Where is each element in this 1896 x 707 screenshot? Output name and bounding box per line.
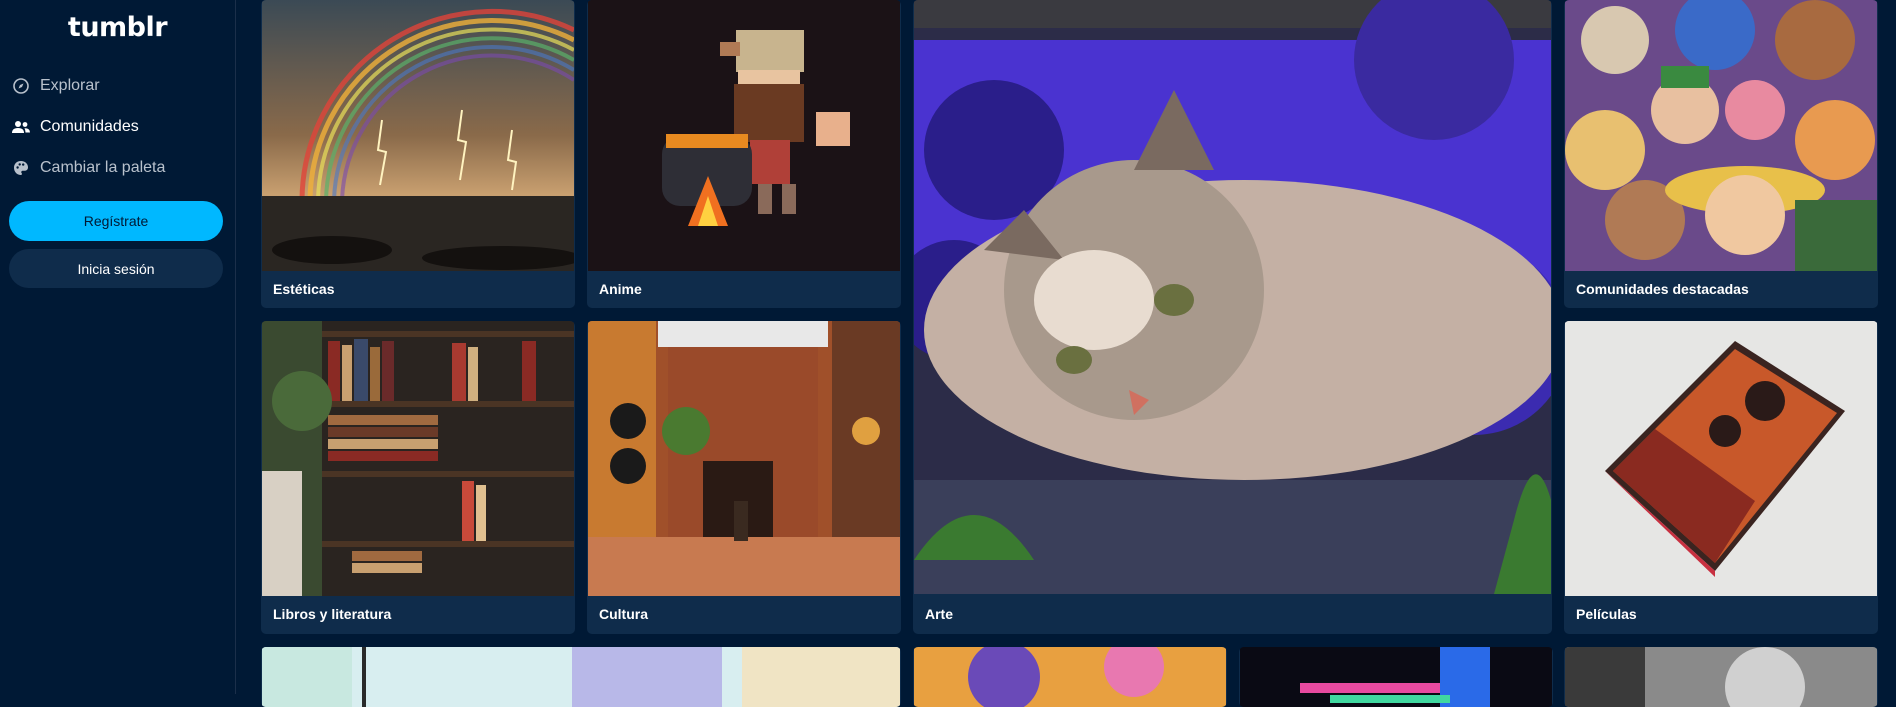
community-tile-row3-1[interactable] bbox=[261, 647, 901, 707]
community-tile-row3-2[interactable] bbox=[913, 647, 1227, 707]
nav-explorar-label: Explorar bbox=[40, 77, 100, 94]
community-tile-row3-4[interactable] bbox=[1564, 647, 1878, 707]
register-button[interactable]: Regístrate bbox=[9, 201, 223, 241]
community-image-row3-2 bbox=[914, 647, 1226, 707]
community-tile-peliculas[interactable]: Películas bbox=[1564, 321, 1878, 634]
palette-icon bbox=[12, 159, 30, 177]
nav-cambiar-paleta[interactable]: Cambiar la paleta bbox=[12, 154, 165, 182]
community-label-libros: Libros y literatura bbox=[273, 606, 392, 622]
community-tile-cultura[interactable]: Cultura bbox=[587, 321, 901, 634]
community-tile-arte[interactable]: Arte bbox=[913, 0, 1552, 634]
nav-comunidades-label: Comunidades bbox=[40, 118, 139, 135]
community-label-esteticas: Estéticas bbox=[273, 281, 335, 297]
community-image-libros bbox=[262, 321, 574, 596]
community-tile-destacadas[interactable]: Comunidades destacadas bbox=[1564, 0, 1878, 308]
community-image-row3-4 bbox=[1565, 647, 1877, 707]
login-button[interactable]: Inicia sesión bbox=[9, 249, 223, 288]
community-image-cultura bbox=[588, 321, 900, 596]
community-label-destacadas: Comunidades destacadas bbox=[1576, 281, 1749, 297]
community-tile-row3-3[interactable] bbox=[1239, 647, 1553, 707]
nav-comunidades[interactable]: Comunidades bbox=[12, 113, 139, 141]
sidebar: tumblr Explorar Comunidades Cambiar la p… bbox=[0, 0, 236, 694]
compass-icon bbox=[12, 77, 30, 95]
community-label-anime: Anime bbox=[599, 281, 642, 297]
community-tile-anime[interactable]: Anime bbox=[587, 0, 901, 308]
community-label-arte: Arte bbox=[925, 606, 954, 622]
community-image-row3-1 bbox=[262, 647, 900, 707]
nav-cambiar-paleta-label: Cambiar la paleta bbox=[40, 159, 166, 176]
community-image-destacadas bbox=[1565, 0, 1877, 271]
people-icon bbox=[12, 118, 30, 136]
community-image-anime bbox=[588, 0, 900, 271]
community-tile-libros[interactable]: Libros y literatura bbox=[261, 321, 575, 634]
community-tile-esteticas[interactable]: Estéticas bbox=[261, 0, 575, 308]
community-image-arte bbox=[913, 0, 1552, 594]
tumblr-logo[interactable]: tumblr bbox=[0, 12, 235, 43]
community-image-peliculas bbox=[1565, 321, 1877, 596]
community-image-row3-3 bbox=[1240, 647, 1552, 707]
nav-explorar[interactable]: Explorar bbox=[12, 72, 100, 100]
community-label-cultura: Cultura bbox=[599, 606, 648, 622]
community-image-esteticas bbox=[262, 0, 575, 271]
community-label-peliculas: Películas bbox=[1576, 606, 1637, 622]
